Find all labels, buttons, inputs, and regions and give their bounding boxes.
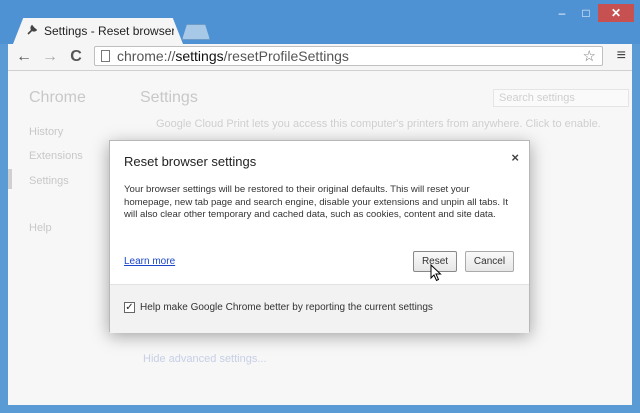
close-icon[interactable]: × <box>511 150 519 165</box>
bookmark-star-icon[interactable]: ☆ <box>583 47 596 65</box>
learn-more-link[interactable]: Learn more <box>124 256 175 267</box>
cancel-button[interactable]: Cancel <box>465 251 514 272</box>
page-icon <box>101 50 110 62</box>
dialog-title: Reset browser settings <box>124 154 257 169</box>
maximize-button[interactable]: □ <box>574 4 598 22</box>
tab-settings[interactable]: Settings - Reset browser s <box>13 18 183 44</box>
browser-window: – □ ✕ Settings - Reset browser s ← → C c… <box>0 0 640 413</box>
sidebar-item-settings[interactable]: Settings <box>29 175 69 187</box>
forward-button[interactable]: → <box>40 47 60 67</box>
url-text: chrome://settings/resetProfileSettings <box>117 48 349 64</box>
new-tab-button[interactable] <box>182 24 210 40</box>
sidebar-item-extensions[interactable]: Extensions <box>29 150 83 162</box>
minimize-button[interactable]: – <box>550 4 574 22</box>
cloud-print-text: Google Cloud Print lets you access this … <box>156 118 601 130</box>
checkbox-label: Help make Google Chrome better by report… <box>140 302 433 313</box>
dialog-body: Your browser settings will be restored t… <box>124 184 509 220</box>
back-button[interactable]: ← <box>14 47 34 67</box>
sidebar-brand: Chrome <box>29 89 86 106</box>
reload-button[interactable]: C <box>66 47 86 67</box>
address-bar[interactable]: chrome://settings/resetProfileSettings ☆ <box>94 46 603 66</box>
active-indicator <box>8 169 12 189</box>
sidebar-item-help[interactable]: Help <box>29 222 52 234</box>
toolbar: ← → C chrome://settings/resetProfileSett… <box>8 44 632 71</box>
title-bar: – □ ✕ Settings - Reset browser s <box>0 0 640 44</box>
sidebar-item-history[interactable]: History <box>29 126 63 138</box>
reset-dialog: Reset browser settings × Your browser se… <box>109 140 530 333</box>
page-title: Settings <box>140 89 198 106</box>
tab-title: Settings - Reset browser s <box>44 24 174 38</box>
close-window-button[interactable]: ✕ <box>598 4 634 22</box>
sidebar: Chrome History Extensions Settings Help <box>8 71 123 405</box>
report-settings-checkbox[interactable]: ✓ <box>124 302 135 313</box>
search-input[interactable]: Search settings <box>493 89 629 107</box>
window-controls: – □ ✕ <box>550 4 634 22</box>
hide-advanced-link[interactable]: Hide advanced settings... <box>143 353 267 365</box>
menu-icon[interactable]: ≡ <box>617 47 626 65</box>
dialog-footer: ✓ Help make Google Chrome better by repo… <box>110 284 529 333</box>
wrench-icon <box>26 24 38 39</box>
